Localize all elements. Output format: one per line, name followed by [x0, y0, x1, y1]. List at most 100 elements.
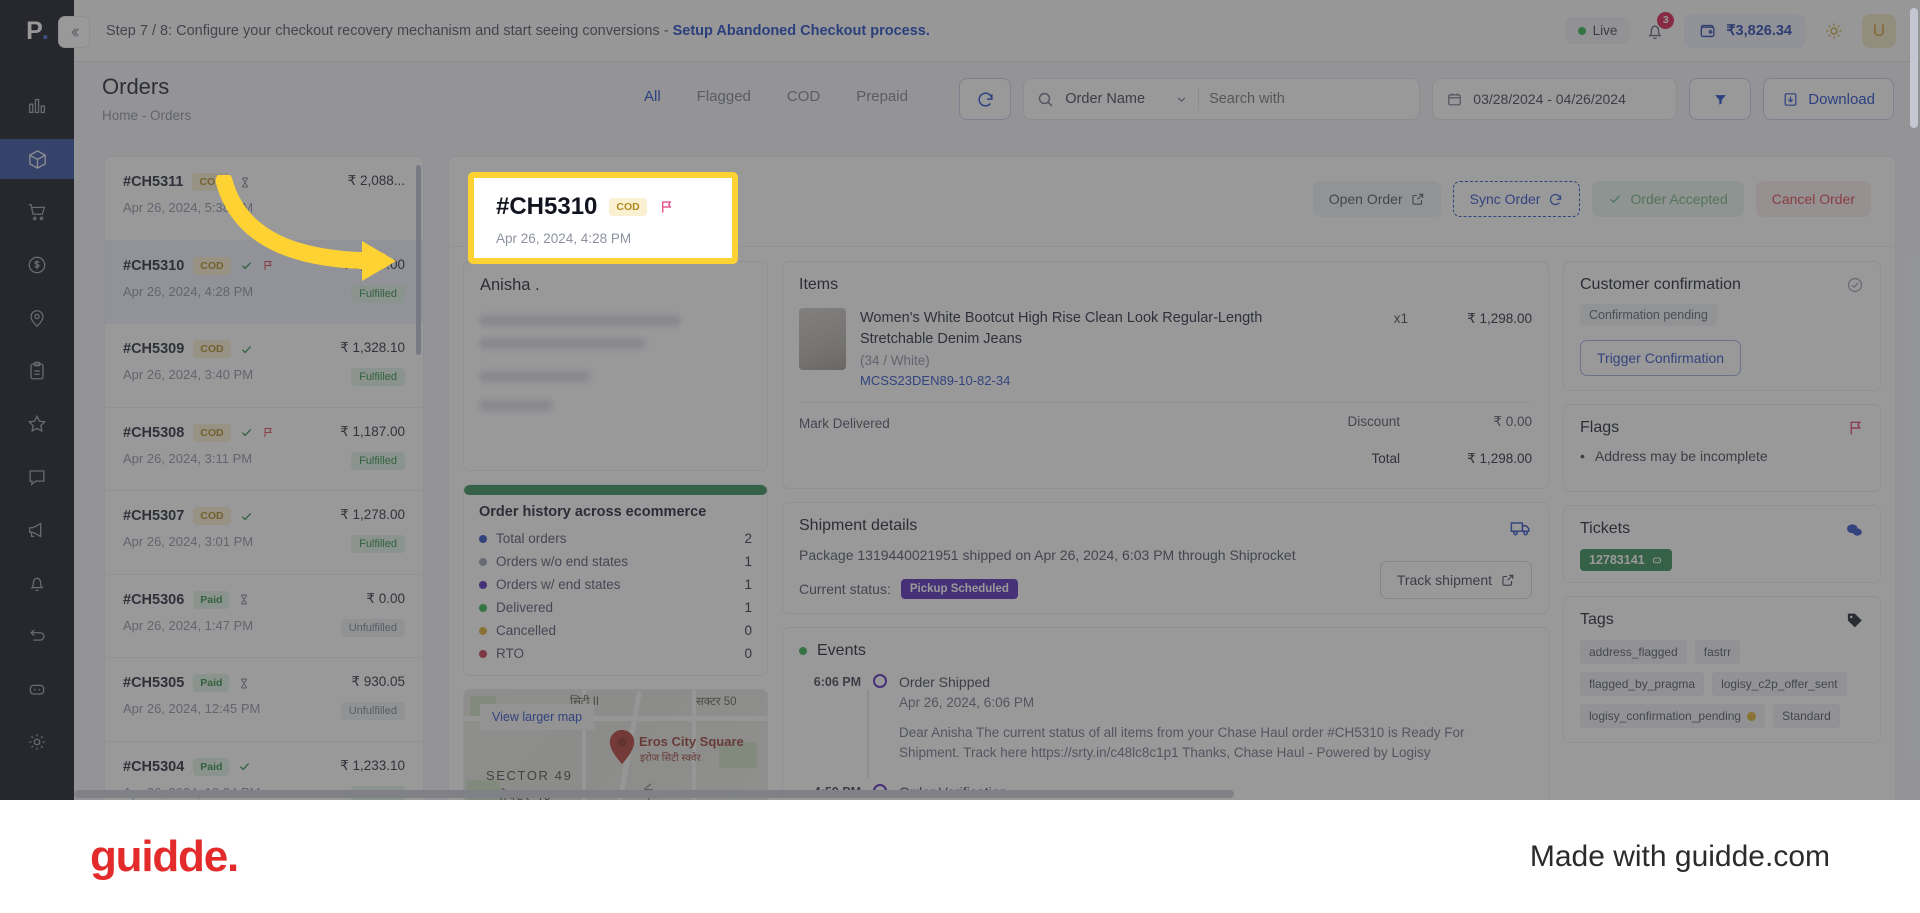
tab-cod[interactable]: COD	[787, 88, 820, 105]
guidde-branding-bar: guidde. Made with guidde.com	[0, 800, 1920, 913]
payment-badge: COD	[193, 423, 231, 442]
status-badge: Fulfilled	[351, 451, 405, 470]
sidebar-item-chat[interactable]	[0, 457, 74, 497]
table-row[interactable]: #CH5305 Paid Apr 26, 2024, 12:45 PM ₹ 93…	[105, 658, 423, 742]
order-detail-body: Anisha . Order history across ecommerce …	[449, 247, 1895, 800]
live-status-pill[interactable]: Live	[1564, 17, 1631, 44]
open-order-button[interactable]: Open Order	[1312, 181, 1441, 217]
total-row: Total ₹ 1,298.00	[1371, 451, 1532, 467]
banner-message: Step 7 / 8: Configure your checkout reco…	[106, 22, 673, 39]
tab-prepaid[interactable]: Prepaid	[856, 88, 908, 105]
table-row[interactable]: #CH5309 COD Apr 26, 2024, 3:40 PM ₹ 1,32…	[105, 324, 423, 408]
date-range-picker[interactable]: 03/28/2024 - 04/26/2024	[1432, 78, 1678, 120]
collapse-sidebar-button[interactable]	[58, 16, 90, 48]
history-label: RTO	[496, 646, 525, 661]
customer-confirmation-title: Customer confirmation	[1580, 276, 1741, 293]
sidebar-item-campaigns[interactable]	[0, 510, 74, 550]
tab-flagged[interactable]: Flagged	[697, 88, 751, 105]
refresh-button[interactable]	[959, 78, 1012, 120]
table-row[interactable]: #CH5307 COD Apr 26, 2024, 3:01 PM ₹ 1,27…	[105, 491, 423, 575]
order-amount: ₹ 1,278.00	[340, 507, 405, 522]
sidebar-item-orders[interactable]	[0, 139, 74, 179]
banner-link[interactable]: Setup Abandoned Checkout process.	[673, 23, 930, 39]
tab-all[interactable]: All	[644, 88, 661, 105]
check-icon	[241, 345, 251, 353]
event-body: Dear Anisha The current status of all it…	[899, 725, 1465, 761]
history-value: 0	[744, 623, 752, 638]
list-item: RTO 0	[479, 642, 752, 665]
map-pin-icon	[609, 730, 635, 764]
sidebar-icon-rail: P.	[0, 0, 74, 800]
user-avatar[interactable]: U	[1862, 13, 1896, 48]
flag-text: Address may be incomplete	[1594, 448, 1768, 464]
sidebar-item-alerts[interactable]	[0, 563, 74, 603]
horizontal-scrollbar[interactable]	[74, 790, 1234, 798]
table-row[interactable]: #CH5306 Paid Apr 26, 2024, 1:47 PM ₹ 0.0…	[105, 575, 423, 658]
list-item: 6:06 PM Order Shipped Apr 26, 2024, 6:06…	[799, 674, 1532, 778]
theme-toggle-button[interactable]	[1820, 17, 1848, 45]
check-icon	[241, 429, 251, 437]
track-shipment-button[interactable]: Track shipment	[1379, 561, 1532, 600]
order-id: #CH5307	[123, 508, 185, 524]
order-amount: ₹ 930.05	[351, 674, 405, 689]
payment-badge: COD	[193, 340, 231, 358]
payment-badge: COD	[193, 507, 231, 525]
sidebar-item-bot[interactable]	[0, 669, 74, 709]
tag-chip-with-dot[interactable]: logisy_confirmation_pending	[1580, 704, 1766, 728]
tag-chip[interactable]: flagged_by_pragma	[1580, 672, 1705, 696]
sidebar-item-reports[interactable]	[0, 351, 74, 391]
customer-column: Anisha . Order history across ecommerce …	[463, 261, 768, 800]
events-card: Events 6:06 PM Order Shipped Apr 26, 202…	[782, 627, 1549, 800]
sidebar-item-reviews[interactable]	[0, 404, 74, 444]
search-divider	[1198, 87, 1200, 111]
search-input[interactable]	[1209, 91, 1375, 107]
tag-chip[interactable]: address_flagged	[1580, 640, 1687, 664]
tag-chip[interactable]: Standard	[1773, 704, 1840, 728]
order-row-top: #CH5306 Paid	[123, 590, 405, 609]
sidebar-item-cart[interactable]	[0, 192, 74, 232]
calendar-icon	[1448, 92, 1462, 105]
history-value: 1	[744, 577, 752, 592]
track-shipment-label: Track shipment	[1396, 572, 1492, 589]
filter-button[interactable]	[1689, 78, 1752, 120]
status-badge: Unfulfilled	[340, 618, 405, 637]
search-field-select[interactable]: Order Name	[1065, 91, 1188, 107]
table-row[interactable]: #CH5308 COD Apr 26, 2024, 3:11 PM ₹ 1,18…	[105, 408, 423, 491]
tag-label: logisy_confirmation_pending	[1589, 709, 1742, 723]
search-container: Order Name	[1023, 78, 1421, 120]
page-scrollbar[interactable]	[1910, 8, 1918, 128]
order-accepted-button[interactable]: Order Accepted	[1592, 181, 1744, 217]
list-item: Orders w/ end states 1	[479, 573, 752, 596]
notifications-button[interactable]: 3	[1644, 11, 1675, 46]
product-sku[interactable]: MCSS23DEN89-10-82-34	[860, 373, 1320, 388]
legend-dot	[479, 580, 487, 589]
header-controls: Order Name 03/28/2024 - 04/26/2024 Downl…	[959, 78, 1894, 120]
view-larger-map-button[interactable]: View larger map	[480, 704, 595, 730]
payment-badge: Paid	[193, 757, 230, 776]
guidde-made-with-text: Made with guidde.com	[1529, 839, 1830, 873]
sync-order-button[interactable]: Sync Order	[1452, 181, 1581, 217]
wallet-balance[interactable]: ₹3,826.34	[1684, 13, 1806, 48]
legend-dot	[479, 534, 487, 543]
flags-card: Flags • Address may be incomplete	[1563, 404, 1881, 492]
sidebar-item-analytics[interactable]	[0, 86, 74, 126]
cancel-order-button[interactable]: Cancel Order	[1755, 181, 1871, 217]
delivery-map[interactable]: सिटी II सक्टर 50 View larger map Eros Ci…	[463, 689, 768, 800]
check-icon	[241, 512, 251, 520]
events-title: Events	[817, 642, 866, 660]
sidebar-item-settings[interactable]	[0, 722, 74, 762]
trigger-confirmation-button[interactable]: Trigger Confirmation	[1580, 340, 1742, 376]
tag-chip[interactable]: fastrr	[1694, 640, 1741, 664]
order-id: #CH5305	[123, 675, 185, 691]
external-link-icon	[1502, 574, 1514, 586]
customer-detail-blurred	[480, 315, 680, 326]
map-sector-label: SECTOR 49	[486, 768, 573, 783]
sidebar-item-location[interactable]	[0, 298, 74, 338]
sidebar-item-payments[interactable]	[0, 245, 74, 285]
sidebar-item-returns[interactable]	[0, 616, 74, 656]
shipment-card: Shipment details Package 1319440021951 s…	[782, 502, 1549, 615]
ticket-badge[interactable]: 12783141	[1580, 549, 1672, 571]
download-button[interactable]: Download	[1763, 78, 1894, 120]
flags-title: Flags	[1580, 419, 1620, 436]
tag-chip[interactable]: logisy_c2p_offer_sent	[1712, 672, 1847, 696]
